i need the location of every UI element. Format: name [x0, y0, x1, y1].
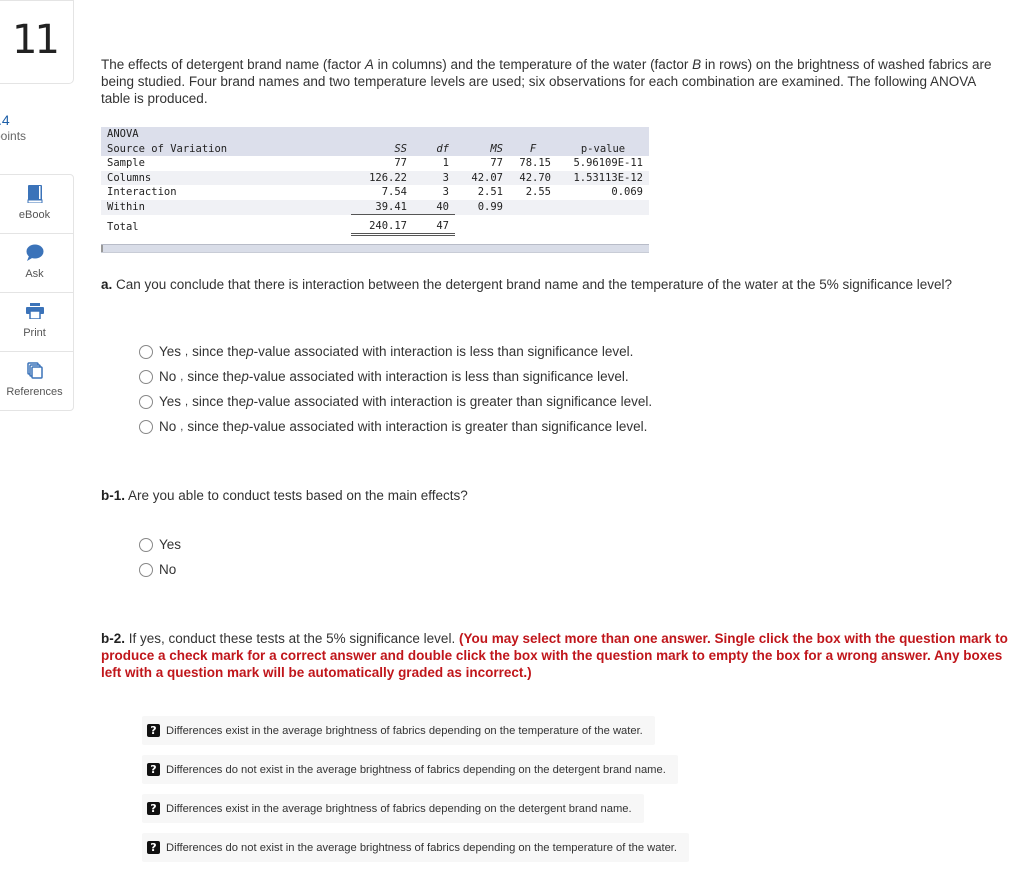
- question-a-label: a.: [101, 277, 113, 292]
- table-row: Within 39.41 40 0.99: [101, 199, 649, 215]
- ebook-button[interactable]: eBook: [0, 175, 73, 234]
- question-a: a. Can you conclude that there is intera…: [101, 276, 961, 293]
- factor-a: A: [364, 57, 374, 72]
- print-button[interactable]: Print: [0, 293, 73, 352]
- table-row: Sample 77 1 77 78.15 5.96109E-11: [107, 157, 643, 170]
- question-number-box: 11: [0, 0, 74, 84]
- table-total-row: Total 240.17 47: [101, 214, 649, 236]
- references-label: References: [6, 386, 63, 398]
- anova-header-row: Source of Variation SS df MS F p-value: [101, 141, 649, 156]
- radio-option[interactable]: Yes, since the p -value associated with in…: [139, 339, 652, 364]
- radio-button[interactable]: [139, 419, 153, 434]
- check-option[interactable]: ? Differences exist in the average brigh…: [142, 716, 655, 745]
- question-b2: b-2. If yes, conduct these tests at the …: [101, 630, 1016, 681]
- question-b1-options: Yes No: [139, 532, 181, 582]
- radio-button[interactable]: [139, 562, 153, 577]
- radio-button[interactable]: [139, 394, 153, 409]
- question-b1-label: b-1.: [101, 488, 126, 503]
- check-option[interactable]: ? Differences do not exist in the averag…: [142, 833, 690, 862]
- radio-button[interactable]: [139, 369, 153, 384]
- radio-option[interactable]: Yes, since the p -value associated with in…: [139, 389, 652, 414]
- check-option[interactable]: ? Differences exist in the average brigh…: [142, 794, 644, 823]
- radio-option-no[interactable]: No: [139, 557, 181, 582]
- question-b2-text: If yes, conduct these tests at the 5% si…: [125, 631, 459, 646]
- anova-title: ANOVA: [101, 127, 351, 142]
- ebook-label: eBook: [18, 209, 51, 221]
- anova-table: ANOVA Source of Variation SS df MS F p-v…: [101, 127, 649, 236]
- question-number: 11: [12, 17, 60, 63]
- header-ss: SS: [351, 141, 413, 156]
- header-p-value: p-value: [557, 141, 649, 156]
- question-b2-label: b-2.: [101, 631, 126, 646]
- question-mark-box-icon[interactable]: ?: [147, 763, 160, 776]
- documents-icon: [26, 362, 43, 379]
- table-horizontal-scrollbar[interactable]: [101, 244, 649, 253]
- ask-label: Ask: [25, 268, 44, 280]
- speech-bubble-icon: [26, 244, 43, 261]
- radio-button[interactable]: [139, 344, 153, 359]
- header-f: F: [509, 141, 557, 156]
- question-b1-text: Are you able to conduct tests based on t…: [125, 488, 468, 503]
- radio-option[interactable]: No, since the p -value associated with int…: [139, 414, 652, 439]
- points-label: points: [0, 129, 27, 143]
- references-button[interactable]: References: [0, 352, 73, 410]
- ask-button[interactable]: Ask: [0, 234, 73, 293]
- scrollbar-thumb[interactable]: [101, 245, 103, 252]
- question-mark-box-icon[interactable]: ?: [147, 841, 160, 854]
- header-df: df: [413, 141, 455, 156]
- table-row: Interaction 7.54 3 2.51 2.55 0.069: [107, 186, 643, 199]
- radio-option-yes[interactable]: Yes: [139, 532, 181, 557]
- question-a-text: Can you conclude that there is interacti…: [112, 277, 953, 292]
- header-ms: MS: [455, 141, 509, 156]
- question-a-options: Yes, since the p -value associated with in…: [139, 339, 652, 439]
- points-value: .4: [0, 112, 10, 128]
- printer-icon: [25, 303, 44, 319]
- radio-button[interactable]: [139, 537, 153, 552]
- tools-panel: eBook Ask Print References: [0, 174, 74, 411]
- print-label: Print: [23, 327, 46, 339]
- check-option[interactable]: ? Differences do not exist in the averag…: [142, 755, 678, 784]
- anova-table-container: ANOVA Source of Variation SS df MS F p-v…: [101, 127, 649, 236]
- question-b2-options: ? Differences exist in the average brigh…: [142, 716, 690, 872]
- question-mark-box-icon[interactable]: ?: [147, 802, 160, 815]
- book-icon: [27, 185, 42, 203]
- radio-option[interactable]: No, since the p -value associated with int…: [139, 364, 652, 389]
- question-mark-box-icon[interactable]: ?: [147, 724, 160, 737]
- anova-title-row: ANOVA: [101, 127, 649, 142]
- table-row: Columns 126.22 3 42.07 42.70 1.53113E-12: [101, 170, 649, 185]
- factor-b: B: [692, 57, 702, 72]
- header-source: Source of Variation: [101, 141, 351, 156]
- problem-statement: The effects of detergent brand name (fac…: [101, 57, 992, 106]
- question-b1: b-1. Are you able to conduct tests based…: [101, 487, 468, 504]
